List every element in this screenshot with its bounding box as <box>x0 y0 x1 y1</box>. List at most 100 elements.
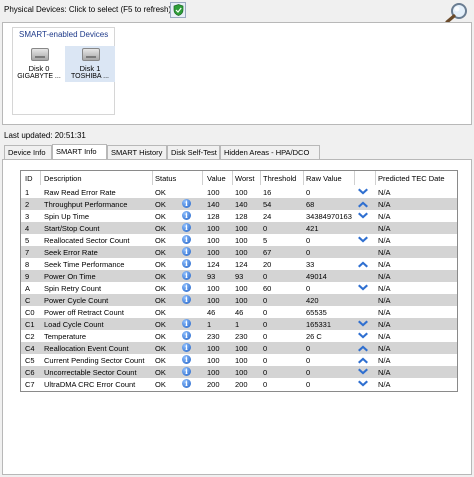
cell-predicted-tec: N/A <box>378 236 391 245</box>
cell-id: 5 <box>25 236 30 245</box>
table-row[interactable]: 9 Power On Time OK 93 93 0 49014 N/A i <box>21 270 457 282</box>
chevron-down-icon <box>358 284 368 291</box>
table-row[interactable]: 7 Seek Error Rate OK 100 100 67 0 N/A i <box>21 246 457 258</box>
info-icon[interactable]: i <box>182 355 191 364</box>
cell-status: OK <box>155 212 166 221</box>
cell-id: C6 <box>25 368 35 377</box>
cell-raw-value: 65535 <box>306 308 327 317</box>
info-icon[interactable]: i <box>182 235 191 244</box>
info-icon[interactable]: i <box>182 319 191 328</box>
table-row[interactable]: C2 Temperature OK 230 230 0 26 C N/A i <box>21 330 457 342</box>
table-row[interactable]: C4 Reallocation Event Count OK 100 100 0 0 N/A i <box>21 342 457 354</box>
info-icon[interactable]: i <box>182 223 191 232</box>
cell-id: C0 <box>25 308 35 317</box>
cell-id: 9 <box>25 272 30 281</box>
chevron-up-icon <box>358 357 368 364</box>
table-row[interactable]: 2 Throughput Performance OK 140 140 54 68 N/A i <box>21 198 457 210</box>
tab-hidden-areas[interactable]: Hidden Areas - HPA/DCO <box>220 145 320 159</box>
table-row[interactable]: 4 Start/Stop Count OK 100 100 0 421 N/A i <box>21 222 457 234</box>
table-row[interactable]: C7 UltraDMA CRC Error Count OK 200 200 0 0 N/A i <box>21 378 457 390</box>
cell-predicted-tec: N/A <box>378 356 391 365</box>
table-row[interactable]: C5 Current Pending Sector Count OK 100 100 0 0… <box>21 354 457 366</box>
table-row[interactable]: 5 Reallocated Sector Count OK 100 100 5 0 N/A i <box>21 234 457 246</box>
cell-predicted-tec: N/A <box>378 188 391 197</box>
table-row[interactable]: 3 Spin Up Time OK 128 128 24 34384970163 N/A i <box>21 210 457 222</box>
disk-1-item[interactable]: Disk 1 TOSHIBA ... <box>65 46 115 82</box>
cell-worst: 140 <box>235 200 248 209</box>
magnifier-icon[interactable] <box>444 2 470 24</box>
tab-disk-self-test[interactable]: Disk Self-Test <box>167 145 220 159</box>
info-icon[interactable]: i <box>182 295 191 304</box>
disk-model: GIGABYTE ... <box>17 73 61 80</box>
info-icon[interactable]: i <box>182 379 191 388</box>
cell-worst: 124 <box>235 260 248 269</box>
header-threshold[interactable]: Threshold <box>263 174 296 183</box>
info-icon[interactable]: i <box>182 199 191 208</box>
table-row[interactable]: 8 Seek Time Performance OK 124 124 20 33 N/A i <box>21 258 457 270</box>
cell-threshold: 24 <box>263 212 272 221</box>
info-icon[interactable]: i <box>182 367 191 376</box>
table-row[interactable]: 1 Raw Read Error Rate OK 100 100 16 0 N/A <box>21 186 457 198</box>
cell-value: 230 <box>207 332 220 341</box>
cell-value: 100 <box>207 224 220 233</box>
tab-device-info[interactable]: Device Info <box>4 145 52 159</box>
info-icon[interactable]: i <box>182 331 191 340</box>
cell-value: 100 <box>207 368 220 377</box>
info-icon[interactable]: i <box>182 259 191 268</box>
header-value[interactable]: Value <box>207 174 226 183</box>
cell-id: 3 <box>25 212 30 221</box>
chevron-up-icon <box>358 261 368 268</box>
cell-threshold: 54 <box>263 200 272 209</box>
cell-threshold: 0 <box>263 332 268 341</box>
cell-worst: 230 <box>235 332 248 341</box>
table-row[interactable]: C6 Uncorrectable Sector Count OK 100 100 0 0 N/… <box>21 366 457 378</box>
cell-status: OK <box>155 344 166 353</box>
cell-raw-value: 0 <box>306 236 311 245</box>
cell-threshold: 0 <box>263 380 268 389</box>
cell-raw-value: 26 C <box>306 332 322 341</box>
cell-value: 124 <box>207 260 220 269</box>
cell-description: Load Cycle Count <box>44 320 104 329</box>
cell-predicted-tec: N/A <box>378 296 391 305</box>
cell-threshold: 60 <box>263 284 272 293</box>
column-divider <box>232 171 233 185</box>
cell-threshold: 0 <box>263 272 268 281</box>
table-row[interactable]: C0 Power off Retract Count OK 46 46 0 65535 N/A <box>21 306 457 318</box>
cell-value: 100 <box>207 236 220 245</box>
cell-predicted-tec: N/A <box>378 200 391 209</box>
info-icon[interactable]: i <box>182 283 191 292</box>
cell-worst: 1 <box>235 320 240 329</box>
cell-predicted-tec: N/A <box>378 260 391 269</box>
refresh-button[interactable] <box>170 2 186 18</box>
header-worst[interactable]: Worst <box>235 174 254 183</box>
smart-attributes-table[interactable]: ID Description Status Value Worst Thresh… <box>20 170 458 392</box>
header-raw-value[interactable]: Raw Value <box>306 174 342 183</box>
cell-raw-value: 68 <box>306 200 315 209</box>
table-row[interactable]: C Power Cycle Count OK 100 100 0 420 N/A i <box>21 294 457 306</box>
cell-description: Seek Time Performance <box>44 260 125 269</box>
smart-info-panel: ID Description Status Value Worst Thresh… <box>2 159 472 475</box>
cell-description: Spin Up Time <box>44 212 90 221</box>
cell-raw-value: 421 <box>306 224 319 233</box>
cell-threshold: 0 <box>263 308 268 317</box>
table-row[interactable]: A Spin Retry Count OK 100 100 60 0 N/A i <box>21 282 457 294</box>
header-predicted-tec[interactable]: Predicted TEC Date <box>378 174 445 183</box>
info-icon[interactable]: i <box>182 343 191 352</box>
chevron-down-icon <box>358 332 368 339</box>
cell-threshold: 0 <box>263 356 268 365</box>
info-icon[interactable]: i <box>182 211 191 220</box>
cell-id: A <box>25 284 31 293</box>
header-id[interactable]: ID <box>25 174 33 183</box>
cell-description: Raw Read Error Rate <box>44 188 116 197</box>
cell-id: C2 <box>25 332 35 341</box>
tab-smart-history[interactable]: SMART History <box>107 145 167 159</box>
info-icon[interactable]: i <box>182 271 191 280</box>
header-status[interactable]: Status <box>155 174 176 183</box>
disk-0-item[interactable]: Disk 0 GIGABYTE ... <box>14 46 64 82</box>
tab-smart-info[interactable]: SMART Info <box>52 144 107 159</box>
header-description[interactable]: Description <box>44 174 82 183</box>
cell-threshold: 0 <box>263 296 268 305</box>
table-row[interactable]: C1 Load Cycle Count OK 1 1 0 165331 N/A i <box>21 318 457 330</box>
info-icon[interactable]: i <box>182 247 191 256</box>
chevron-down-icon <box>358 320 368 327</box>
